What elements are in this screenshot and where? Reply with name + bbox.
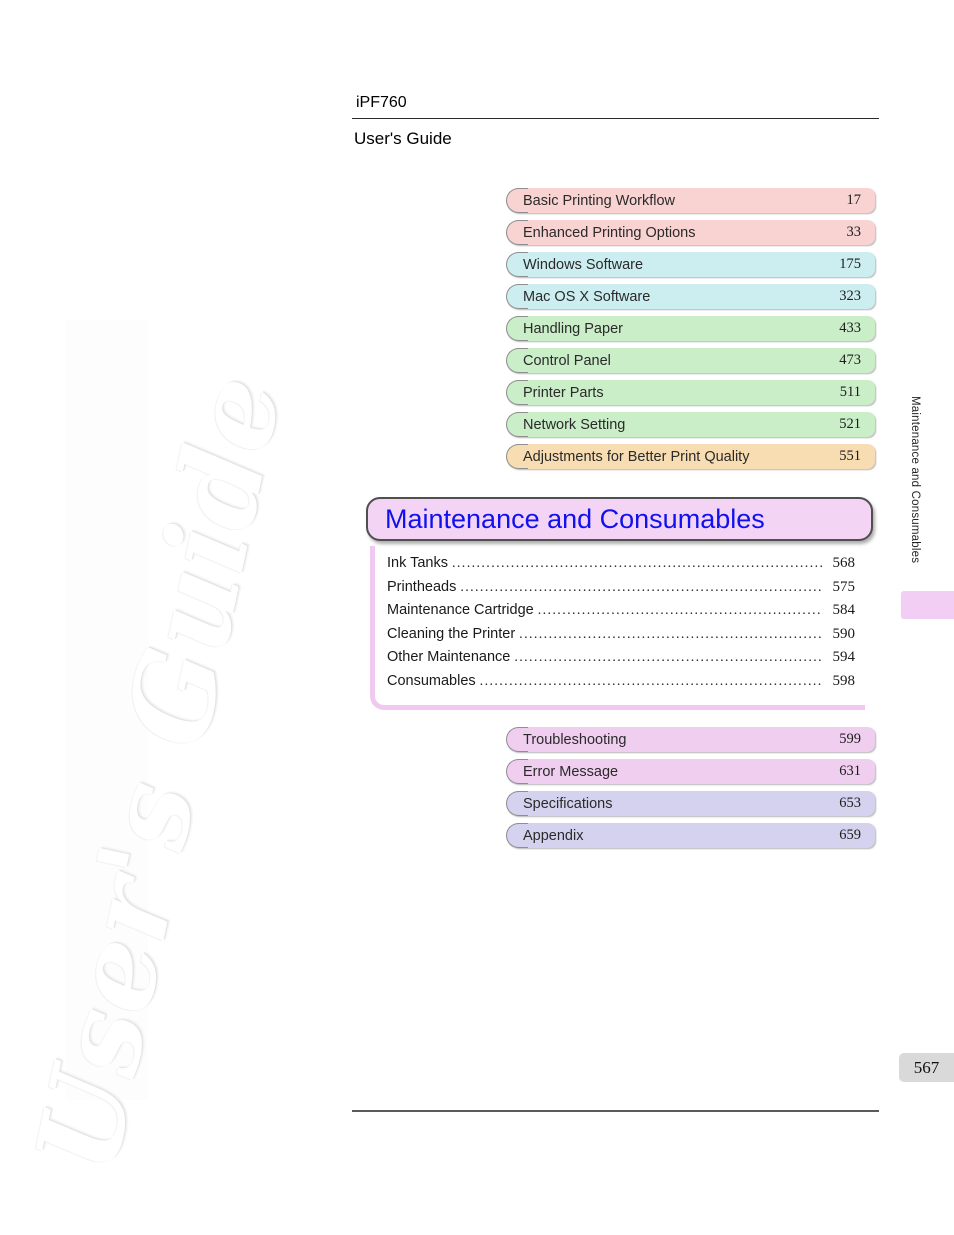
chapter-list-top: Basic Printing Workflow 17 Enhanced Printi…: [506, 188, 875, 476]
chapter-pill-bottom-2[interactable]: Specifications 653: [506, 791, 875, 816]
chapter-pill-top-4[interactable]: Handling Paper 433: [506, 316, 875, 341]
guide-subtitle: User's Guide: [354, 129, 452, 148]
toc-entry-label: Other Maintenance: [387, 649, 511, 665]
toc-entry-page-number: 584: [832, 602, 856, 618]
toc-entry-label: Maintenance Cartridge: [387, 602, 534, 618]
toc-entry-label: Printheads: [387, 578, 457, 595]
chapter-label: Printer Parts: [523, 384, 604, 401]
chapter-page-number: 17: [846, 192, 862, 208]
chapter-page-number: 511: [839, 384, 861, 400]
toc-entry-2[interactable]: Maintenance Cartridge...................…: [387, 599, 855, 623]
chapter-label: Enhanced Printing Options: [523, 224, 696, 241]
chapter-pill-bottom-1[interactable]: Error Message 631: [506, 759, 875, 784]
toc-leader-dots: ........................................…: [460, 579, 823, 595]
current-section-toc: Ink Tanks...............................…: [370, 546, 865, 710]
chapter-pill-top-3[interactable]: Mac OS X Software 323: [506, 284, 875, 309]
toc-entry-page-number: 594: [832, 649, 856, 665]
toc-entry-page-number: 598: [832, 672, 856, 689]
toc-entry-label: Consumables: [387, 672, 476, 689]
toc-entry-5[interactable]: Consumables.............................…: [387, 670, 855, 694]
chapter-page-number: 433: [839, 320, 861, 336]
chapter-pill-bottom-3[interactable]: Appendix 659: [506, 823, 875, 848]
toc-entry-0[interactable]: Ink Tanks...............................…: [387, 552, 855, 576]
chapter-pill-bottom-0[interactable]: Troubleshooting 599: [506, 727, 875, 752]
chapter-page-number: 599: [839, 731, 861, 747]
chapter-label: Appendix: [523, 827, 584, 844]
chapter-pill-top-1[interactable]: Enhanced Printing Options 33: [506, 220, 875, 245]
toc-entry-page-number: 590: [832, 625, 856, 642]
chapter-page-number: 175: [839, 256, 861, 272]
chapter-label: Mac OS X Software: [523, 288, 651, 305]
chapter-label: Network Setting: [523, 416, 626, 433]
toc-leader-dots: ........................................…: [519, 626, 823, 642]
footer-divider: [352, 1110, 879, 1112]
chapter-label: Windows Software: [523, 256, 644, 273]
chapter-page-number: 473: [839, 352, 861, 368]
toc-leader-dots: ........................................…: [452, 556, 823, 571]
toc-entry-page-number: 568: [832, 555, 856, 571]
chapter-page-number: 33: [846, 224, 862, 240]
chapter-label: Handling Paper: [523, 320, 623, 337]
toc-leader-dots: ........................................…: [479, 673, 823, 689]
page-header: iPF760 User's Guide: [352, 92, 879, 151]
current-section-title: Maintenance and Consumables: [385, 503, 765, 534]
page-number: 567: [899, 1053, 954, 1082]
chapter-label: Specifications: [523, 795, 613, 812]
chapter-pill-top-6[interactable]: Printer Parts 511: [506, 380, 875, 405]
toc-entry-label: Cleaning the Printer: [387, 625, 516, 642]
chapter-pill-top-5[interactable]: Control Panel 473: [506, 348, 875, 373]
toc-leader-dots: ........................................…: [514, 650, 823, 665]
current-section: Maintenance and Consumables Ink Tanks...…: [366, 497, 873, 710]
toc-entry-page-number: 575: [832, 578, 856, 595]
chapter-page-number: 521: [839, 416, 861, 432]
toc-entry-4[interactable]: Other Maintenance.......................…: [387, 646, 855, 670]
toc-leader-dots: ........................................…: [537, 603, 823, 618]
chapter-pill-top-2[interactable]: Windows Software 175: [506, 252, 875, 277]
chapter-pill-top-0[interactable]: Basic Printing Workflow 17: [506, 188, 875, 213]
side-tab-label: Maintenance and Consumables: [909, 396, 921, 564]
chapter-page-number: 551: [839, 448, 861, 464]
chapter-page-number: 323: [839, 288, 861, 304]
toc-entry-3[interactable]: Cleaning the Printer....................…: [387, 623, 855, 647]
chapter-label: Adjustments for Better Print Quality: [523, 448, 750, 465]
current-section-title-banner: Maintenance and Consumables: [366, 497, 873, 541]
chapter-list-bottom: Troubleshooting 599 Error Message 631 Specif…: [506, 727, 875, 855]
printer-model: iPF760: [356, 94, 407, 111]
toc-entry-label: Ink Tanks: [387, 555, 448, 571]
chapter-page-number: 631: [839, 763, 861, 779]
side-tab-marker: [901, 591, 954, 619]
page-content: iPF760 User's Guide Basic Printing Workf…: [0, 0, 954, 1235]
chapter-pill-top-7[interactable]: Network Setting 521: [506, 412, 875, 437]
chapter-page-number: 659: [839, 827, 861, 843]
chapter-pill-top-8[interactable]: Adjustments for Better Print Quality 551: [506, 444, 875, 469]
chapter-label: Control Panel: [523, 352, 611, 369]
chapter-label: Error Message: [523, 763, 619, 780]
toc-entry-1[interactable]: Printheads..............................…: [387, 576, 855, 600]
chapter-page-number: 653: [839, 795, 861, 811]
chapter-label: Troubleshooting: [523, 731, 627, 748]
chapter-label: Basic Printing Workflow: [523, 192, 676, 209]
